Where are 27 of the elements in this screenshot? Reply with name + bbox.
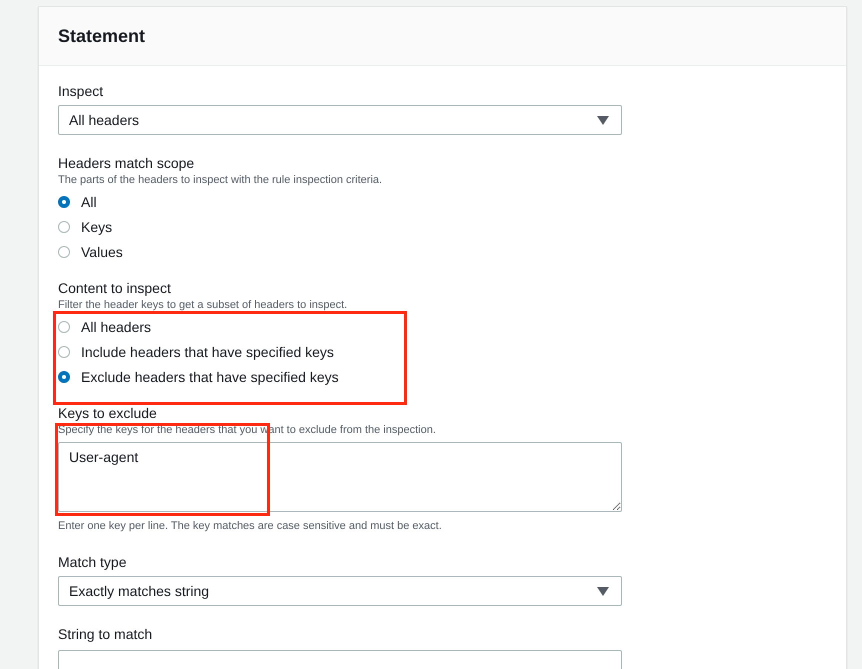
dropdown[interactable]: Exactly matches string (58, 576, 622, 606)
radio-label[interactable]: All headers (81, 318, 152, 334)
radio-button[interactable] (58, 196, 70, 208)
field-label: Content to inspect (58, 280, 172, 297)
radio-label[interactable]: Include headers that have specified keys (81, 344, 334, 360)
radio-button[interactable] (58, 320, 70, 332)
field-label: Inspect (58, 83, 104, 100)
radio-button[interactable] (58, 346, 70, 358)
field-label: Match type (58, 554, 128, 571)
field-label: Keys to exclude (58, 405, 158, 422)
keys-text-area[interactable]: User-agent (58, 442, 622, 512)
field-label: String to match (58, 626, 154, 643)
dropdown[interactable]: All headers (58, 105, 622, 135)
field-description: Filter the header keys to get a subset of headers to inspect. (58, 298, 348, 313)
radio-label[interactable]: Exclude headers that have specified keys (81, 368, 339, 384)
field-hint: Enter one key per line. The key matches are case sensitive and must be exact. (58, 519, 443, 534)
caret-icon (597, 586, 609, 596)
field-description: The parts of the headers to inspect with the rule inspection criteria. (58, 173, 384, 188)
caret-icon (597, 116, 609, 124)
radio-button[interactable] (58, 246, 70, 258)
radio-label[interactable]: Keys (81, 218, 112, 234)
radio-label[interactable]: All (81, 194, 97, 210)
radio-label[interactable]: Values (81, 244, 123, 260)
radio-button[interactable] (58, 370, 70, 382)
panel-title: Statement (58, 26, 146, 46)
radio-button[interactable] (58, 220, 70, 232)
field-label: Headers match scope (58, 155, 196, 172)
